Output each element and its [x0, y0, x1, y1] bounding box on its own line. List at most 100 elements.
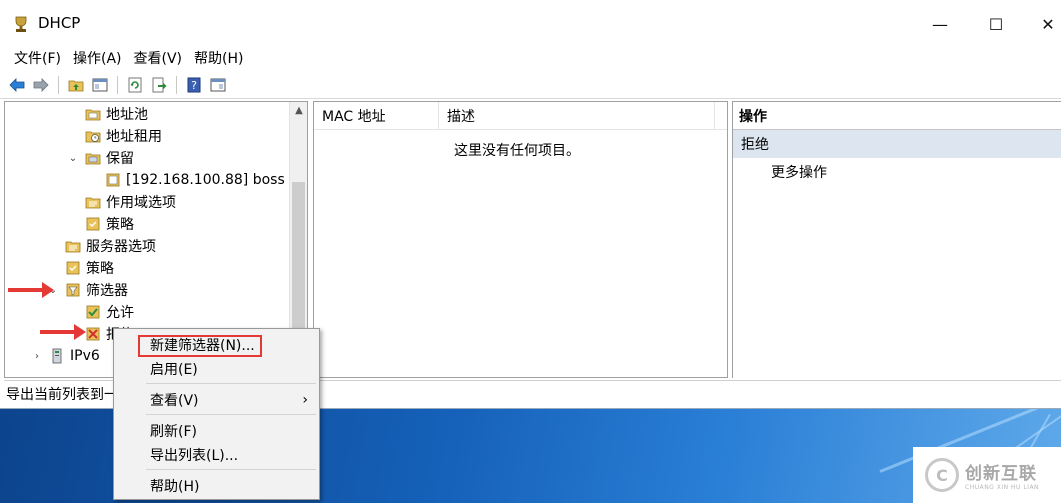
- menu-view[interactable]: 查看(V): [128, 44, 189, 70]
- tree-item-label: 允许: [106, 305, 134, 321]
- export-list-button[interactable]: [148, 74, 170, 96]
- tree-item-label: 服务器选项: [86, 239, 156, 255]
- tree-item-label: 策略: [106, 217, 134, 233]
- maximize-icon: ☐: [988, 14, 1004, 34]
- reservation-folder-icon: [85, 153, 101, 165]
- export-list-icon: [152, 77, 167, 92]
- forward-arrow-icon: [33, 77, 49, 92]
- tree-item-address-pool[interactable]: 地址池: [85, 103, 148, 125]
- filter-icon: [66, 283, 80, 297]
- back-button[interactable]: [6, 74, 28, 96]
- dhcp-app-icon: [15, 16, 27, 32]
- tree-item-label: 保留: [106, 151, 134, 167]
- toolbar: ?: [0, 71, 1061, 99]
- menu-file[interactable]: 文件(F): [8, 44, 67, 70]
- help-button[interactable]: ?: [183, 74, 205, 96]
- maximize-button[interactable]: ☐: [973, 6, 1019, 42]
- chevron-down-icon[interactable]: ⌄: [67, 153, 79, 164]
- toolbar-separator: [176, 75, 177, 94]
- tree-item-address-lease[interactable]: 地址租用: [85, 125, 162, 147]
- menu-action[interactable]: 操作(A): [67, 44, 128, 70]
- show-hide-tree-icon: [92, 78, 108, 91]
- chevron-right-icon[interactable]: ›: [31, 351, 43, 362]
- toolbar-separator: [58, 75, 59, 94]
- address-lease-icon: [85, 131, 101, 143]
- scope-options-icon: [85, 197, 101, 209]
- tree-item-ipv6[interactable]: › IPv6: [31, 345, 100, 367]
- svg-text:?: ?: [191, 79, 197, 92]
- tree-item-reservations[interactable]: ⌄ 保留: [67, 147, 134, 169]
- watermark-logo-icon: C: [925, 458, 959, 492]
- results-list[interactable]: MAC 地址 描述 这里没有任何项目。: [313, 101, 728, 378]
- allow-icon: [86, 305, 100, 319]
- actions-pane: 操作 拒绝 更多操作: [732, 101, 1061, 378]
- close-icon: ✕: [1041, 14, 1055, 34]
- tree-item-server-policy[interactable]: 策略: [65, 257, 114, 279]
- status-text: 导出当前列表到一: [6, 386, 118, 403]
- scroll-up-icon[interactable]: ▲: [290, 102, 307, 120]
- empty-list-message: 这里没有任何项目。: [454, 143, 580, 159]
- context-item-label: 导出列表(L)...: [150, 448, 239, 464]
- tree-item-filters[interactable]: ⌄ 筛选器: [47, 279, 128, 301]
- annotation-arrow: [8, 282, 54, 298]
- tree-item-scope-policy[interactable]: 策略: [85, 213, 134, 235]
- actions-section-deny[interactable]: 拒绝: [733, 130, 1061, 158]
- context-item-label: 帮助(H): [150, 479, 200, 495]
- tree-item-label: IPv6: [70, 348, 100, 364]
- context-item-help[interactable]: 帮助(H): [150, 474, 199, 498]
- show-hide-tree-button[interactable]: [89, 74, 111, 96]
- tree-item-scope-options[interactable]: 作用域选项: [85, 191, 176, 213]
- tree-item-label: 筛选器: [86, 283, 128, 299]
- context-item-label: 查看(V): [150, 393, 199, 409]
- column-header-description[interactable]: 描述: [439, 102, 715, 130]
- up-folder-icon: [68, 80, 84, 91]
- submenu-arrow-icon: ›: [302, 392, 308, 408]
- menu-bar: 文件(F) 操作(A) 查看(V) 帮助(H): [0, 44, 1061, 70]
- watermark-text: 创新互联 CHUANG XIN HU LIAN: [965, 459, 1039, 491]
- tree-item-allow[interactable]: 允许: [85, 301, 134, 323]
- ipv6-icon: [52, 348, 62, 364]
- actions-header: 操作: [733, 102, 1061, 130]
- tree-item-label: 策略: [86, 261, 114, 277]
- tree-item-label: 地址池: [106, 107, 148, 123]
- server-options-icon: [65, 241, 81, 253]
- title-bar[interactable]: DHCP — ☐ ✕: [0, 0, 1061, 44]
- policy-icon: [86, 217, 100, 231]
- forward-button[interactable]: [30, 74, 52, 96]
- tree-item-reservation-entry[interactable]: [192.168.100.88] boss: [105, 169, 285, 191]
- properties-button[interactable]: [207, 74, 229, 96]
- watermark: C 创新互联 CHUANG XIN HU LIAN: [913, 447, 1061, 503]
- context-item-label: 启用(E): [150, 362, 198, 378]
- tree-item-label: 作用域选项: [106, 195, 176, 211]
- list-header: MAC 地址 描述: [314, 102, 727, 130]
- tree-item-server-options[interactable]: 服务器选项: [65, 235, 156, 257]
- back-arrow-icon: [9, 77, 25, 92]
- menu-separator: [146, 414, 316, 415]
- watermark-main-text: 创新互联: [965, 464, 1037, 484]
- minimize-button[interactable]: —: [917, 6, 963, 42]
- help-icon: ?: [187, 77, 201, 92]
- context-item-enable[interactable]: 启用(E): [150, 357, 198, 381]
- more-actions-link[interactable]: 更多操作: [733, 158, 1061, 186]
- toolbar-separator: [117, 75, 118, 94]
- context-item-view[interactable]: 查看(V) ›: [150, 388, 318, 412]
- menu-help[interactable]: 帮助(H): [188, 44, 249, 70]
- properties-icon: [210, 78, 226, 91]
- tree-item-label: 地址租用: [106, 129, 162, 145]
- menu-separator: [146, 383, 316, 384]
- refresh-icon: [128, 77, 142, 92]
- tree-item-label: [192.168.100.88] boss: [126, 172, 285, 188]
- address-pool-icon: [85, 109, 101, 121]
- refresh-button[interactable]: [124, 74, 146, 96]
- policy-icon: [66, 261, 80, 275]
- reservation-entry-icon: [106, 173, 120, 187]
- context-item-export-list[interactable]: 导出列表(L)...: [150, 443, 238, 467]
- column-header-mac[interactable]: MAC 地址: [314, 102, 439, 130]
- annotation-arrow: [40, 324, 86, 340]
- context-item-refresh[interactable]: 刷新(F): [150, 419, 197, 443]
- context-item-label: 刷新(F): [150, 424, 197, 440]
- minimize-icon: —: [932, 14, 948, 34]
- up-level-button[interactable]: [65, 74, 87, 96]
- annotation-highlight-box: [138, 335, 262, 357]
- close-button[interactable]: ✕: [1025, 6, 1061, 42]
